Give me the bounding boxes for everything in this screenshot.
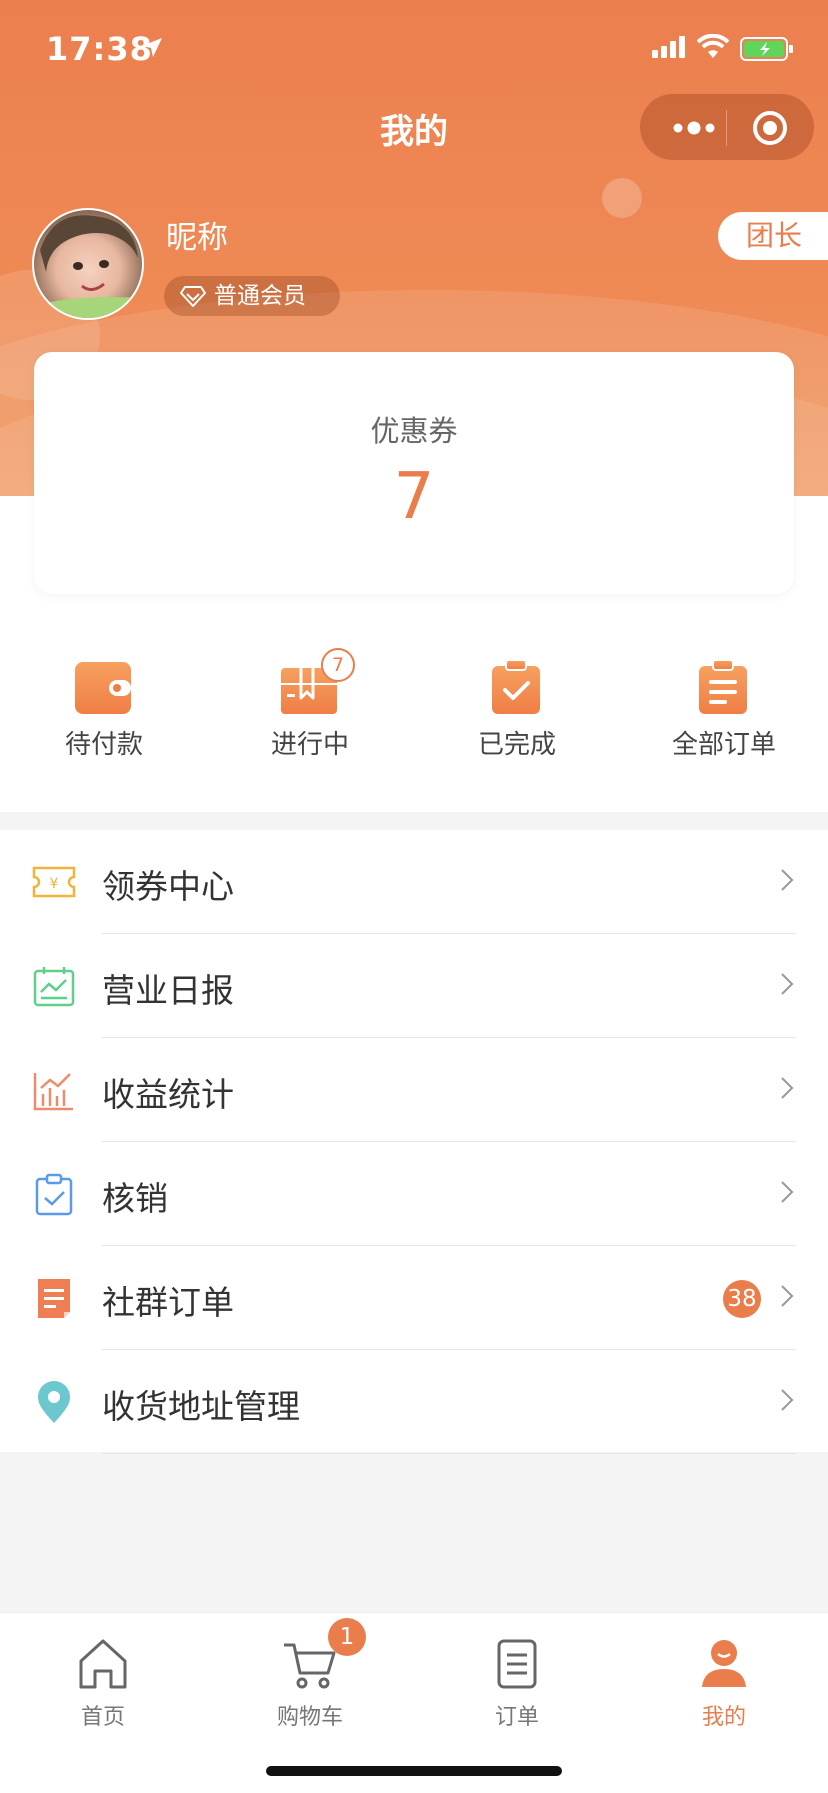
menu-label: 营业日报 [102,971,234,1010]
order-shortcuts: 待付款 进行中 已完成 全部订单 [0,640,828,770]
in-progress-count-badge: 7 [321,648,355,682]
home-icon [79,1639,127,1689]
chevron-right-icon [781,1181,794,1203]
status-bar: 17:38 [0,28,828,72]
menu-label: 领券中心 [102,867,234,906]
battery-icon [740,37,793,61]
location-pin-icon [38,1381,70,1423]
clipboard-check-icon [492,660,540,714]
location-arrow-icon [142,38,162,57]
avatar[interactable] [32,208,144,320]
wallet-icon [75,662,131,714]
verify-clipboard-icon [35,1173,73,1216]
tab-label: 购物车 [276,1705,343,1730]
user-icon [702,1640,746,1687]
menu-item-group-orders[interactable]: 社群订单 38 [0,1246,828,1350]
divider [102,1453,796,1454]
svg-text:¥: ¥ [50,876,59,892]
chevron-right-icon [781,869,794,891]
menu-label: 收货地址管理 [102,1387,300,1426]
chevron-right-icon [781,1077,794,1099]
team-leader-button[interactable]: 团长 [718,212,828,260]
member-level-badge[interactable]: 普通会员 [164,276,340,316]
bar-chart-icon [33,1073,73,1111]
menu-label: 收益统计 [102,1075,234,1114]
order-label: 进行中 [270,730,349,760]
home-indicator [266,1766,562,1776]
tab-label: 我的 [701,1705,746,1730]
order-doc-icon [497,1639,537,1689]
chevron-right-icon [781,1285,794,1307]
chevron-right-icon [781,973,794,995]
daily-report-icon [33,967,75,1007]
coupon-card[interactable]: 优惠券 7 [34,352,794,594]
close-target-icon[interactable] [748,108,792,148]
menu-list: ¥ 领券中心 营业日报 收益统计 核销 社群订单 38 收货地址管理 [0,830,828,1454]
menu-label: 核销 [102,1179,168,1218]
chevron-right-icon [781,1389,794,1411]
avatar-face-icon [34,215,142,318]
header-dot [602,178,642,218]
order-label: 待付款 [64,730,143,760]
wifi-icon [697,34,729,58]
cart-count-badge: 1 [328,1618,366,1656]
menu-item-daily-report[interactable]: 营业日报 [0,934,828,1038]
coupon-count: 7 [393,460,435,534]
order-label: 全部订单 [671,730,776,760]
status-time: 17:38 [46,30,153,68]
group-order-icon [38,1279,70,1318]
menu-item-earnings-stats[interactable]: 收益统计 [0,1038,828,1142]
coupon-ticket-icon: ¥ [32,866,76,898]
tab-label: 首页 [80,1705,125,1730]
menu-item-verify[interactable]: 核销 [0,1142,828,1246]
order-label: 已完成 [477,730,556,760]
coupon-label: 优惠券 [370,414,458,448]
diamond-icon [180,286,206,307]
more-dots-icon[interactable] [664,108,724,148]
menu-item-coupon-center[interactable]: ¥ 领券中心 [0,830,828,934]
nickname: 昵称 [166,220,228,256]
tab-label: 订单 [494,1705,539,1730]
cellular-signal-icon [652,36,685,58]
member-level-label: 普通会员 [214,283,306,309]
capsule-divider [726,110,727,146]
clipboard-list-icon [699,660,747,714]
group-order-count-badge: 38 [723,1280,761,1318]
menu-item-address-management[interactable]: 收货地址管理 [0,1350,828,1454]
menu-label: 社群订单 [102,1283,234,1322]
